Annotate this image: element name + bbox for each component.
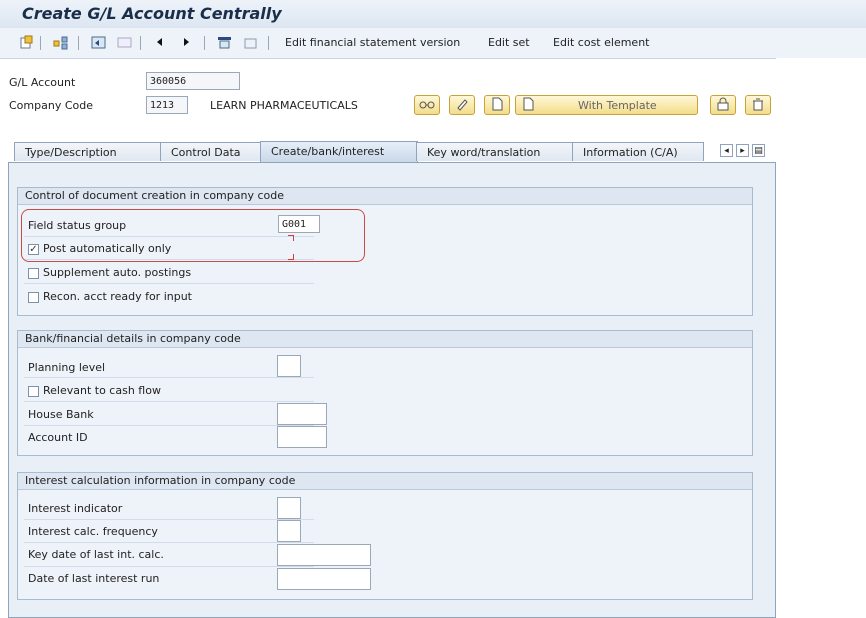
house-bank-input[interactable] (277, 403, 327, 425)
row-divider (24, 401, 314, 402)
interest-indicator-label: Interest indicator (28, 502, 123, 515)
edit-set-menu[interactable]: Edit set (488, 36, 530, 49)
row-divider (24, 566, 314, 567)
trash-icon (751, 97, 765, 114)
edit-button[interactable] (449, 95, 475, 115)
delete-button[interactable] (745, 95, 771, 115)
company-code-label: Company Code (9, 99, 93, 112)
gl-account-field[interactable]: 360056 (146, 72, 240, 90)
group-document-creation-title: Control of document creation in company … (18, 188, 752, 205)
last-interest-run-label: Date of last interest run (28, 572, 160, 585)
toolbar-separator (268, 36, 269, 50)
tab-content-panel: Control of document creation in company … (8, 162, 776, 618)
account-id-label: Account ID (28, 431, 88, 444)
with-template-button[interactable]: With Template (515, 95, 698, 115)
blank-document-icon (491, 97, 503, 114)
forward-arrow-icon[interactable] (178, 34, 194, 50)
right-blank-area (776, 58, 866, 618)
layout-icon[interactable] (216, 34, 232, 50)
tab-key-word-translation[interactable]: Key word/translation (416, 142, 574, 161)
planning-level-label: Planning level (28, 361, 106, 374)
folder-icon[interactable] (242, 34, 258, 50)
hierarchy-icon[interactable] (52, 34, 68, 50)
row-divider (24, 283, 314, 284)
group-bank-financial-title: Bank/financial details in company code (18, 331, 752, 348)
last-interest-run-input[interactable] (277, 568, 371, 590)
recon-account-label: Recon. acct ready for input (43, 290, 192, 303)
lock-button[interactable] (710, 95, 736, 115)
key-date-input[interactable] (277, 544, 371, 566)
new-document-icon[interactable] (18, 34, 34, 50)
lock-icon (716, 97, 730, 114)
tab-create-bank-interest[interactable]: Create/bank/interest (260, 141, 418, 162)
redo-icon[interactable] (116, 34, 132, 50)
row-divider (24, 542, 314, 543)
annotation-highlight (21, 209, 365, 262)
house-bank-label: House Bank (28, 408, 94, 421)
group-bank-financial: Bank/financial details in company code P… (17, 330, 753, 456)
group-interest-calculation-title: Interest calculation information in comp… (18, 473, 752, 490)
window-title: Create G/L Account Centrally (22, 4, 282, 23)
annotation-corner-mark (288, 235, 294, 241)
group-document-creation: Control of document creation in company … (17, 187, 753, 316)
title-bar: Create G/L Account Centrally (0, 0, 866, 29)
with-template-label: With Template (578, 98, 657, 112)
company-code-field[interactable]: 1213 (146, 96, 188, 114)
account-id-input[interactable] (277, 426, 327, 448)
interest-frequency-label: Interest calc. frequency (28, 525, 158, 538)
relevant-cash-flow-label: Relevant to cash flow (43, 384, 161, 397)
group-interest-calculation: Interest calculation information in comp… (17, 472, 753, 600)
row-divider (24, 519, 314, 520)
tab-information-ca[interactable]: Information (C/A) (572, 142, 704, 161)
recon-account-checkbox[interactable] (28, 292, 39, 303)
undo-icon[interactable] (90, 34, 106, 50)
key-date-label: Key date of last int. calc. (28, 548, 164, 561)
edit-cost-element-menu[interactable]: Edit cost element (553, 36, 649, 49)
supplement-auto-postings-checkbox[interactable] (28, 268, 39, 279)
toolbar-separator (40, 36, 41, 50)
template-document-icon (522, 97, 534, 114)
tab-type-description[interactable]: Type/Description (14, 142, 162, 161)
relevant-cash-flow-checkbox[interactable] (28, 386, 39, 397)
tab-scroll-left-icon[interactable]: ◂ (720, 144, 733, 157)
company-name: LEARN PHARMACEUTICALS (210, 99, 358, 112)
planning-level-input[interactable] (277, 355, 301, 377)
annotation-corner-mark (288, 254, 294, 260)
display-glasses-button[interactable] (414, 95, 440, 115)
row-divider (24, 425, 314, 426)
supplement-auto-postings-label: Supplement auto. postings (43, 266, 192, 279)
interest-indicator-input[interactable] (277, 497, 301, 519)
toolbar-separator (78, 36, 79, 50)
row-divider (24, 377, 314, 378)
tab-control-data[interactable]: Control Data (160, 142, 262, 161)
interest-frequency-input[interactable] (277, 520, 301, 542)
gl-account-label: G/L Account (9, 76, 76, 89)
toolbar-separator (204, 36, 205, 50)
pencil-icon (455, 97, 469, 114)
glasses-icon (419, 98, 435, 113)
create-button[interactable] (484, 95, 510, 115)
tab-list-icon[interactable]: ▤ (752, 144, 765, 157)
toolbar-separator (140, 36, 141, 50)
tab-scroll-right-icon[interactable]: ▸ (736, 144, 749, 157)
edit-fs-version-menu[interactable]: Edit financial statement version (285, 36, 460, 49)
back-arrow-icon[interactable] (152, 34, 168, 50)
application-toolbar: Edit financial statement version Edit se… (0, 28, 866, 59)
